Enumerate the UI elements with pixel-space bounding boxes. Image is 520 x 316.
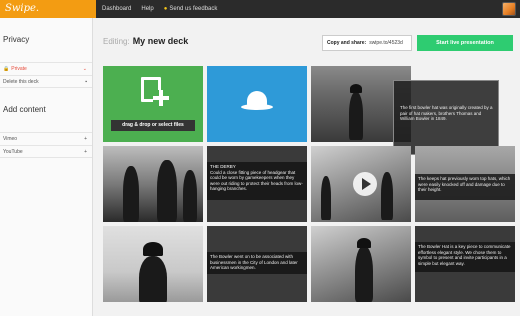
nav-feedback[interactable]: ● Send us feedback (164, 6, 218, 12)
slide-preview-popup[interactable]: The first bowler hat was originally crea… (393, 80, 499, 155)
sidebar-item-delete[interactable]: Delete this deck ▪ (0, 75, 92, 88)
derby-text: Could a close fitting piece of headgear … (210, 169, 303, 192)
slide-tile-bowler[interactable]: The Bowler went on to be associated with… (207, 226, 307, 302)
sidebar-item-label: Vimeo (3, 136, 18, 142)
slide-tile-symbol[interactable]: The Bowler Hat is a key piece to communi… (415, 226, 515, 302)
sidebar-item-label: Private (11, 66, 27, 72)
sidebar-item-vimeo[interactable]: Vimeo + (0, 132, 92, 145)
add-icon[interactable]: + (84, 136, 87, 142)
nav-help[interactable]: Help (141, 6, 153, 12)
sidebar: Privacy 🔒 Private ⌄ Delete this deck ▪ A… (0, 18, 93, 316)
upload-tile[interactable]: drag & drop or select files (103, 66, 203, 142)
page-title: Editing: My new deck (103, 36, 188, 46)
privacy-heading: Privacy (3, 35, 30, 44)
sidebar-item-youtube[interactable]: YouTube + (0, 145, 92, 158)
share-url[interactable]: swipe.to/4523d (369, 40, 403, 46)
slide-tile-derby[interactable]: THE DERBY Could a close fitting piece of… (207, 146, 307, 222)
symbol-text: The Bowler Hat is a key piece to communi… (415, 242, 515, 272)
share-label: Copy and share: (327, 40, 367, 46)
privacy-group: 🔒 Private ⌄ Delete this deck ▪ (0, 62, 92, 88)
nav-dashboard[interactable]: Dashboard (102, 6, 131, 12)
trash-icon[interactable]: ▪ (85, 79, 87, 85)
slide-tile-photo[interactable] (103, 146, 203, 222)
slide-tile-portrait[interactable] (103, 226, 203, 302)
play-icon[interactable] (353, 172, 377, 196)
bowler-text: The Bowler went on to be associated with… (207, 252, 307, 274)
sidebar-item-label: Delete this deck (3, 78, 39, 85)
upload-button[interactable]: drag & drop or select files (111, 120, 195, 131)
slide-tile-photo[interactable] (311, 226, 411, 302)
bulb-icon: ● (163, 6, 168, 12)
nav-feedback-label: Send us feedback (169, 6, 218, 12)
add-content-heading: Add content (3, 105, 46, 114)
avatar[interactable] (502, 2, 516, 16)
sidebar-item-label: YouTube (3, 148, 23, 155)
deck-title[interactable]: My new deck (133, 36, 189, 46)
slide-tile-video[interactable] (311, 146, 411, 222)
brand-logo[interactable]: Swipe. (0, 0, 96, 18)
slide-tile-keeps[interactable]: The keeps hat previously worn top hats, … (415, 146, 515, 222)
top-bar: Swipe. Dashboard Help ● Send us feedback (0, 0, 520, 18)
chevron-down-icon[interactable]: ⌄ (83, 66, 87, 72)
lock-icon: 🔒 (3, 66, 10, 72)
top-nav: Dashboard Help ● Send us feedback (102, 0, 217, 18)
plus-icon (153, 90, 169, 106)
start-presentation-button[interactable]: Start live presentation (417, 35, 513, 51)
slide-tile-hat[interactable] (207, 66, 307, 142)
add-icon[interactable]: + (84, 149, 87, 155)
sidebar-item-private[interactable]: 🔒 Private ⌄ (0, 62, 92, 75)
popup-text: The first bowler hat was originally crea… (400, 105, 493, 122)
share-box[interactable]: Copy and share: swipe.to/4523d (322, 35, 412, 51)
editing-label: Editing: (103, 37, 130, 46)
keeps-text: The keeps hat previously worn top hats, … (415, 174, 515, 200)
content-group: Vimeo + YouTube + (0, 132, 92, 158)
